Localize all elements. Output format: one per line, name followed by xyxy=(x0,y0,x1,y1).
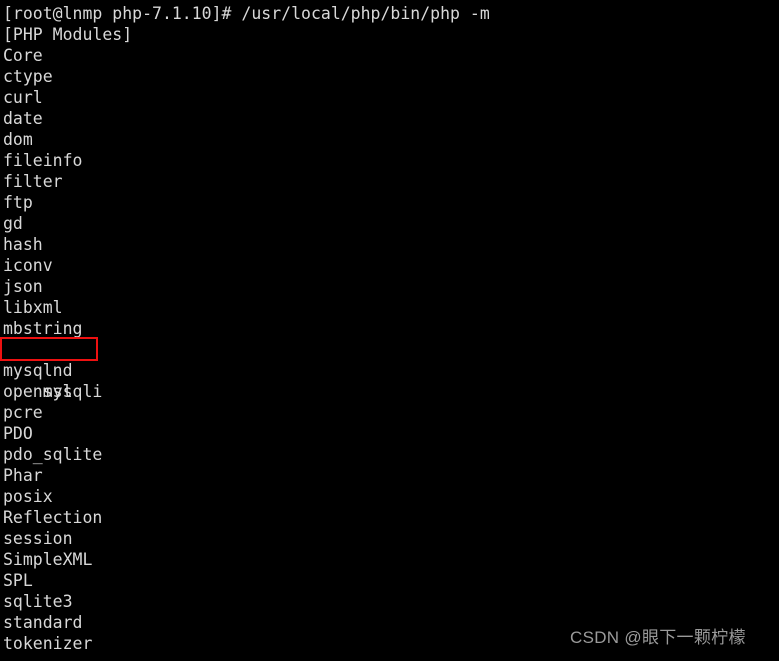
module-list-item: pdo_sqlite xyxy=(3,445,103,464)
module-list-item: json xyxy=(3,277,43,296)
module-list-item: ctype xyxy=(3,67,53,86)
module-list-item: libxml xyxy=(3,298,63,317)
module-list-item: pcre xyxy=(3,403,43,422)
module-list-item: sqlite3 xyxy=(3,592,73,611)
module-list-item: openssl xyxy=(3,382,73,401)
module-list-item: Phar xyxy=(3,466,43,485)
module-list-item: gd xyxy=(3,214,23,233)
module-list-item: filter xyxy=(3,172,63,191)
module-list-item: SPL xyxy=(3,571,33,590)
module-list-item: PDO xyxy=(3,424,33,443)
module-list-item: Core xyxy=(3,46,43,65)
module-list-item-label: mysqli xyxy=(42,382,103,401)
module-list-item: iconv xyxy=(3,256,53,275)
module-list-item: SimpleXML xyxy=(3,550,93,569)
watermark: CSDN @眼下一颗柠檬 xyxy=(570,628,746,647)
module-list-item: mbstring xyxy=(3,319,83,338)
module-list-item: fileinfo xyxy=(3,151,83,170)
module-list-item: dom xyxy=(3,130,33,149)
module-list-item: Reflection xyxy=(3,508,103,527)
module-list-item: date xyxy=(3,109,43,128)
terminal-window[interactable]: [root@lnmp php-7.1.10]# /usr/local/php/b… xyxy=(0,0,779,661)
module-list-item: hash xyxy=(3,235,43,254)
module-list-item: posix xyxy=(3,487,53,506)
module-list-item: curl xyxy=(3,88,43,107)
module-list-item: session xyxy=(3,529,73,548)
terminal-section-header: [PHP Modules] xyxy=(3,25,133,44)
terminal-prompt-line: [root@lnmp php-7.1.10]# /usr/local/php/b… xyxy=(3,4,490,23)
module-list-item: mysqlnd xyxy=(3,361,73,380)
red-highlight-box xyxy=(0,337,98,361)
module-list-item: ftp xyxy=(3,193,33,212)
module-list-item-mysqli-highlighted: mysqli xyxy=(0,337,779,401)
